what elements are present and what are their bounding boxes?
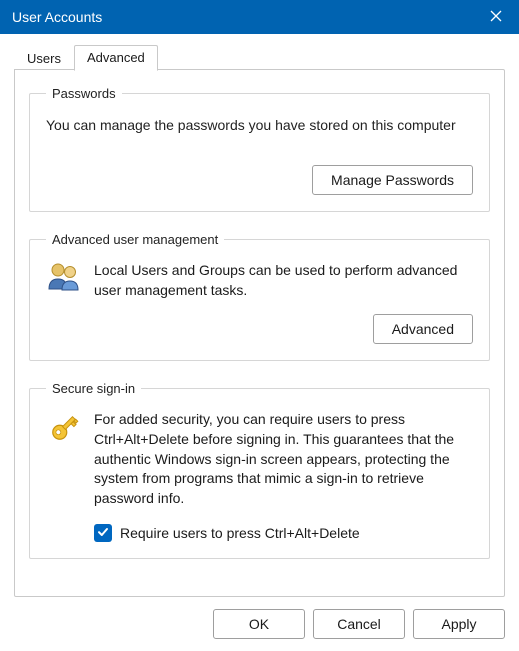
tab-advanced[interactable]: Advanced — [74, 45, 158, 71]
advanced-button[interactable]: Advanced — [373, 314, 473, 344]
group-secure-sign-in: Secure sign-in For added security, you c… — [29, 381, 490, 559]
key-icon — [46, 410, 82, 446]
group-passwords: Passwords You can manage the passwords y… — [29, 86, 490, 212]
group-advanced-legend: Advanced user management — [46, 232, 224, 247]
close-button[interactable] — [473, 0, 519, 34]
apply-button[interactable]: Apply — [413, 609, 505, 639]
tab-page-advanced: Passwords You can manage the passwords y… — [14, 69, 505, 597]
ok-button[interactable]: OK — [213, 609, 305, 639]
dialog-button-row: OK Cancel Apply — [0, 609, 519, 651]
tab-strip: Users Advanced — [14, 44, 505, 70]
titlebar: User Accounts — [0, 0, 519, 34]
window-title: User Accounts — [12, 9, 473, 25]
manage-passwords-button[interactable]: Manage Passwords — [312, 165, 473, 195]
tab-users[interactable]: Users — [14, 46, 74, 71]
checkmark-icon — [97, 526, 109, 541]
client-area: Users Advanced Passwords You can manage … — [0, 34, 519, 597]
users-groups-icon — [46, 261, 82, 293]
secure-description: For added security, you can require user… — [94, 410, 473, 508]
require-cad-label[interactable]: Require users to press Ctrl+Alt+Delete — [120, 525, 360, 541]
close-icon — [490, 9, 502, 25]
passwords-description: You can manage the passwords you have st… — [46, 115, 473, 135]
advanced-description: Local Users and Groups can be used to pe… — [94, 261, 473, 300]
cancel-button[interactable]: Cancel — [313, 609, 405, 639]
group-advanced-user-management: Advanced user management Local Users and… — [29, 232, 490, 361]
require-cad-checkbox[interactable] — [94, 524, 112, 542]
group-passwords-legend: Passwords — [46, 86, 122, 101]
group-secure-legend: Secure sign-in — [46, 381, 141, 396]
